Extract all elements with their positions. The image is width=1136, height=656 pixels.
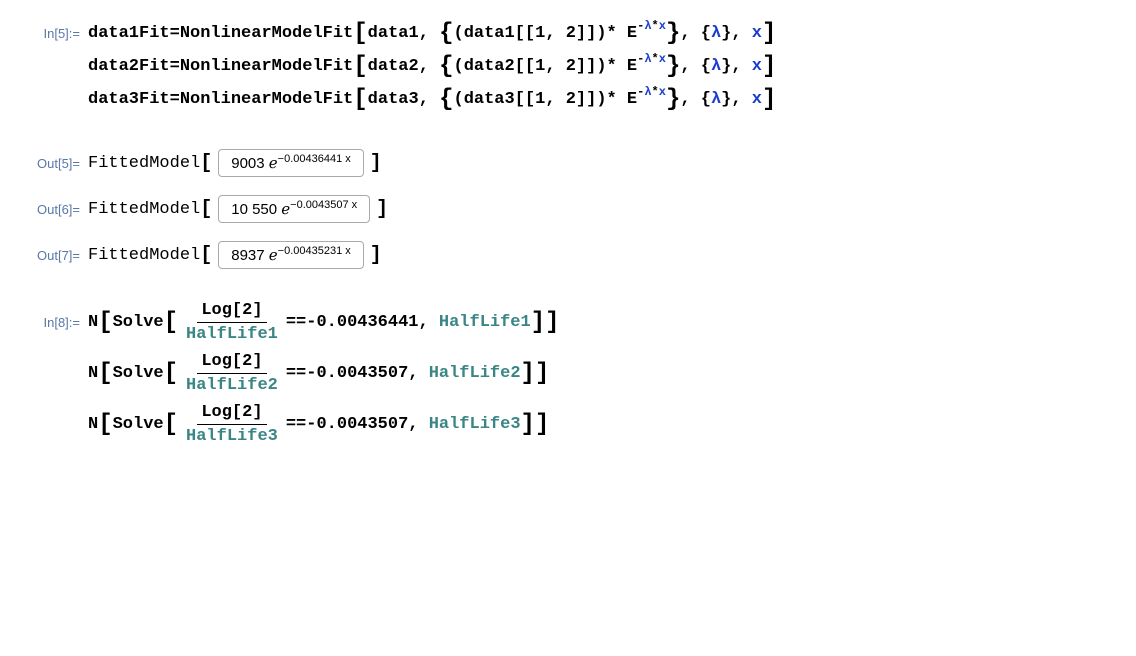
open-brace: { (439, 20, 453, 47)
fraction-denominator: HalfLife1 (182, 323, 282, 344)
var-name: data1Fit (88, 24, 170, 43)
comma: , (419, 24, 439, 43)
fraction-numerator: Log[2] (197, 301, 266, 323)
close-brace: } (666, 20, 680, 47)
close-bracket: ] (370, 152, 382, 175)
comma: , (731, 24, 751, 43)
in-label-8: In[8]:= (10, 315, 88, 330)
input-row-5-line1[interactable]: In[5]:= data1Fit = NonlinearModelFit [ d… (10, 20, 1126, 47)
in-label-5: In[5]:= (10, 26, 88, 41)
arg1: data1 (368, 24, 419, 43)
fitted-exponent: −0.00436441 x (278, 153, 351, 165)
var-name: data2Fit (88, 57, 170, 76)
output-row-6: Out[6]= FittedModel [ 10 550 ℯ −0.004350… (10, 195, 1126, 223)
fitted-expression-box: 9003 ℯ −0.00436441 x (218, 149, 364, 177)
out-label-5: Out[5]= (10, 156, 88, 171)
var-name: data3Fit (88, 90, 170, 109)
out-label-6: Out[6]= (10, 202, 88, 217)
code-line-2: data2Fit = NonlinearModelFit [ data2 , {… (88, 53, 776, 80)
inner-expr: (data1[[1, 2]]) (454, 24, 607, 43)
open-bracket: [ (353, 20, 367, 47)
fn-n: N (88, 313, 98, 332)
lambda: λ (711, 24, 721, 43)
input-group-8: In[8]:= N [ Solve [ Log[2] HalfLife1 == … (10, 301, 1126, 454)
fitted-model-5[interactable]: FittedModel [ 9003 ℯ −0.00436441 x ] (88, 149, 382, 177)
fn-name: NonlinearModelFit (180, 24, 353, 43)
fitted-base: 9003 ℯ (231, 154, 277, 172)
comma: , (680, 24, 700, 43)
input-row-5-line2[interactable]: data2Fit = NonlinearModelFit [ data2 , {… (10, 53, 1126, 80)
fitted-model-label: FittedModel (88, 154, 200, 173)
rhs-value: -0.00436441 (306, 313, 418, 332)
fn-solve: Solve (113, 313, 164, 332)
output-row-5: Out[5]= FittedModel [ 9003 ℯ −0.00436441… (10, 149, 1126, 177)
input-row-5-line3[interactable]: data3Fit = NonlinearModelFit [ data3 , {… (10, 86, 1126, 113)
code-line-3: data3Fit = NonlinearModelFit [ data3 , {… (88, 86, 776, 113)
input-group-5: In[5]:= data1Fit = NonlinearModelFit [ d… (10, 20, 1126, 119)
param-symbol: HalfLife1 (439, 313, 531, 332)
solve-row-2[interactable]: N [ Solve [ Log[2] HalfLife2 == -0.00435… (10, 352, 1126, 395)
fitted-model-6[interactable]: FittedModel [ 10 550 ℯ −0.0043507 x ] (88, 195, 388, 223)
open-bracket: [ (200, 152, 212, 175)
solve-code-3: N [ Solve [ Log[2] HalfLife3 == -0.00435… (88, 403, 549, 446)
eq-sign: = (170, 24, 180, 43)
fraction: Log[2] HalfLife1 (182, 301, 282, 344)
equal-equal: == (286, 313, 306, 332)
output-row-7: Out[7]= FittedModel [ 8937 ℯ −0.00435231… (10, 241, 1126, 269)
fitted-model-7[interactable]: FittedModel [ 8937 ℯ −0.00435231 x ] (88, 241, 382, 269)
out-label-7: Out[7]= (10, 248, 88, 263)
code-line-1: data1Fit = NonlinearModelFit [ data1 , {… (88, 20, 776, 47)
open-brace-small: { (701, 24, 711, 43)
close-brace-small: } (721, 24, 731, 43)
solve-row-3[interactable]: N [ Solve [ Log[2] HalfLife3 == -0.00435… (10, 403, 1126, 446)
exponent: -λ*x (637, 24, 666, 43)
solve-row-1[interactable]: In[8]:= N [ Solve [ Log[2] HalfLife1 == … (10, 301, 1126, 344)
star-e: * E (607, 24, 638, 43)
solve-code-1: N [ Solve [ Log[2] HalfLife1 == -0.00436… (88, 301, 560, 344)
x-var: x (752, 24, 762, 43)
solve-code-2: N [ Solve [ Log[2] HalfLife2 == -0.00435… (88, 352, 549, 395)
close-bracket: ] (762, 20, 776, 47)
